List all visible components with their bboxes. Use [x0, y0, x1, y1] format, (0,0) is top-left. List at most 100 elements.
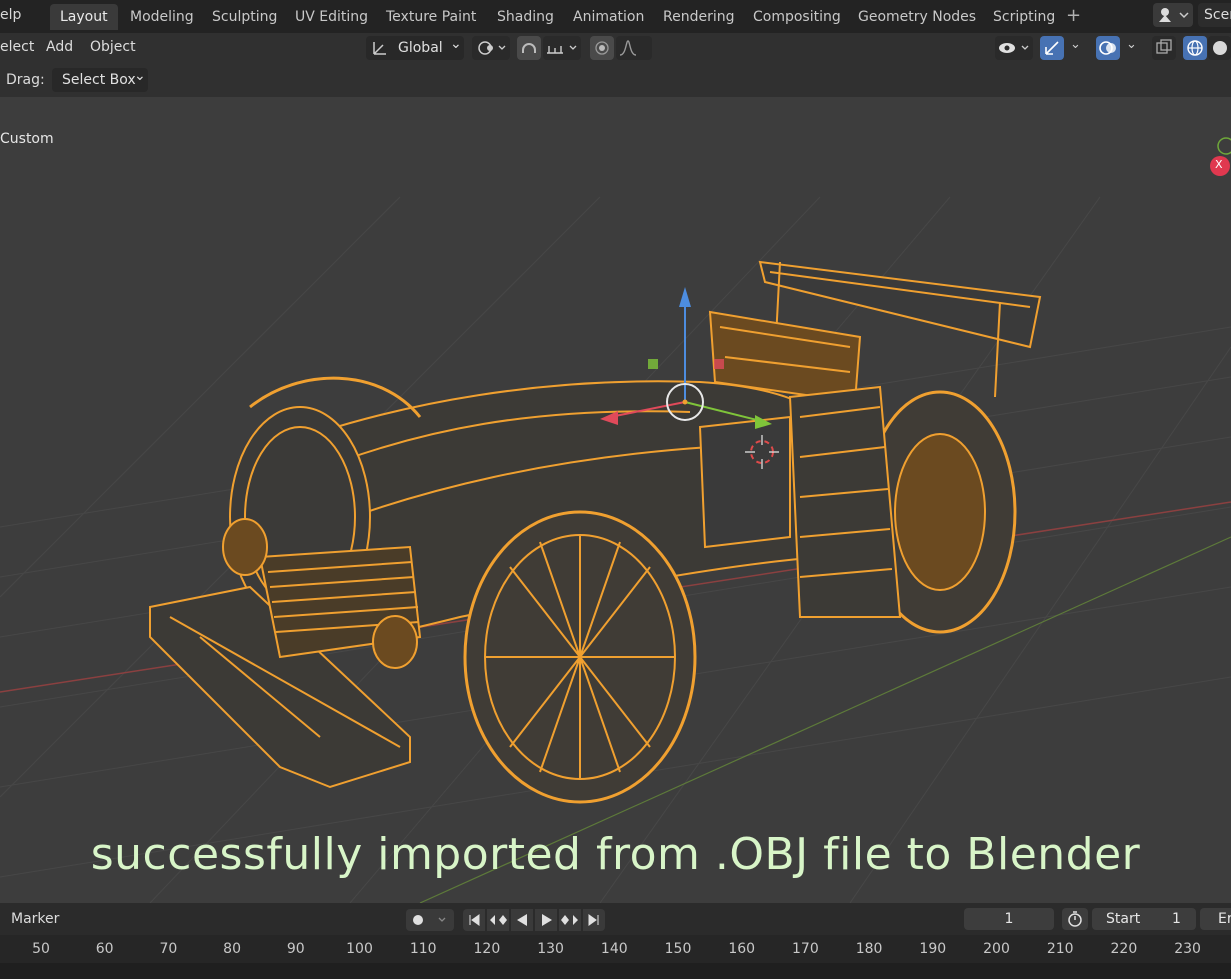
- solid-sphere-icon: [1213, 41, 1227, 55]
- ruler-tick-label: 150: [664, 941, 692, 957]
- start-label: Start: [1106, 911, 1141, 927]
- current-frame-field[interactable]: 1: [964, 908, 1054, 930]
- ruler-tick-label: 110: [409, 941, 437, 957]
- ruler-tick-label: 70: [159, 941, 178, 957]
- snap-toggle[interactable]: [517, 36, 541, 60]
- play-reverse-button[interactable]: [511, 909, 533, 931]
- tab-scripting[interactable]: Scripting: [983, 4, 1065, 30]
- jump-start-icon: [469, 914, 480, 926]
- start-value: 1: [1172, 911, 1181, 927]
- scene-selector-icon[interactable]: [1153, 3, 1193, 27]
- tab-modeling[interactable]: Modeling: [120, 4, 204, 30]
- ruler-tick-label: 130: [537, 941, 564, 957]
- menu-add[interactable]: Add: [46, 39, 73, 55]
- play-icon: [542, 914, 552, 926]
- proportional-edit-toggle[interactable]: [590, 36, 614, 60]
- auto-keying-toggle[interactable]: [406, 909, 454, 931]
- jump-to-end-button[interactable]: [583, 909, 605, 931]
- timeline-track-area[interactable]: [0, 963, 1231, 979]
- next-keyframe-icon: [561, 915, 578, 925]
- solid-shading-button[interactable]: [1208, 36, 1231, 60]
- ruler-tick-label: 200: [983, 941, 1010, 957]
- pivot-point-button[interactable]: [472, 36, 510, 60]
- menu-marker[interactable]: Marker: [11, 911, 59, 927]
- stopwatch-icon: [1068, 911, 1082, 927]
- wireframe-sphere-icon: [1187, 40, 1203, 56]
- ruler-tick-label: 100: [346, 941, 373, 957]
- ruler-tick-label: 220: [1110, 941, 1138, 957]
- play-button[interactable]: [535, 909, 557, 931]
- frame-ruler[interactable]: 50 60 70 80 90 100 110 120 130 140 150 160 170 180 190…: [0, 935, 1231, 963]
- visibility-button[interactable]: [995, 36, 1033, 60]
- drag-mode-dropdown[interactable]: Select Box ⌄: [52, 68, 148, 92]
- viewport-scene: [0, 97, 1231, 903]
- chevron-down-icon[interactable]: ⌄: [1070, 37, 1081, 52]
- ruler-tick-label: 140: [600, 941, 628, 957]
- tool-header: Drag: Select Box ⌄: [0, 63, 1231, 97]
- tab-compositing[interactable]: Compositing: [743, 4, 851, 30]
- workspace-bar: elp Layout Modeling Sculpting UV Editing Tex…: [0, 0, 1231, 33]
- tab-rendering[interactable]: Rendering: [653, 4, 745, 30]
- ruler-tick-label: 80: [223, 941, 242, 957]
- drag-label: Drag:: [6, 72, 45, 88]
- tab-shading[interactable]: Shading: [487, 4, 564, 30]
- view-name-label: Custom: [0, 131, 54, 147]
- menu-object[interactable]: Object: [90, 39, 136, 55]
- wireframe-shading-button[interactable]: [1183, 36, 1207, 60]
- menu-select[interactable]: elect: [0, 39, 34, 55]
- add-workspace-button[interactable]: +: [1066, 5, 1081, 26]
- orientation-label: Global: [398, 40, 443, 56]
- snap-target-button[interactable]: [543, 36, 581, 60]
- gizmo-icon: [1045, 41, 1059, 55]
- scene-name[interactable]: Scen: [1198, 3, 1231, 27]
- tab-texture-paint[interactable]: Texture Paint: [376, 4, 486, 30]
- ruler-tick-label: 120: [473, 941, 501, 957]
- magnet-icon: [522, 43, 536, 53]
- tab-sculpting[interactable]: Sculpting: [202, 4, 287, 30]
- proportional-icon: [595, 41, 609, 55]
- x-axis-nav-label: X: [1215, 158, 1223, 171]
- overlay-icon: [1099, 41, 1116, 55]
- ruler-tick-label: 170: [792, 941, 819, 957]
- ruler-tick-label: 180: [855, 941, 883, 957]
- chevron-down-icon: ⌄: [134, 68, 146, 84]
- tab-layout[interactable]: Layout: [50, 4, 118, 30]
- jump-to-start-button[interactable]: [463, 909, 485, 931]
- snap-increment-icon: [547, 45, 577, 54]
- xray-toggle[interactable]: [1152, 36, 1176, 60]
- ruler-tick-label: 60: [95, 941, 114, 957]
- yz-plane-handle[interactable]: [648, 359, 658, 369]
- tab-uv-editing[interactable]: UV Editing: [285, 4, 378, 30]
- 3d-viewport[interactable]: Custom X successfully imported from .OBJ…: [0, 97, 1231, 903]
- menu-help[interactable]: elp: [0, 7, 21, 23]
- caption-overlay: successfully imported from .OBJ file to …: [90, 829, 1141, 880]
- chevron-down-icon[interactable]: ⌄: [1126, 37, 1137, 52]
- record-icon: [413, 915, 446, 925]
- tab-animation[interactable]: Animation: [563, 4, 654, 30]
- orientation-icon: [373, 42, 386, 55]
- viewport-header: elect Add Object Global ⌄ ⌄ ⌄: [0, 33, 1231, 63]
- end-frame-field[interactable]: Er: [1200, 908, 1231, 930]
- transform-orientation-dropdown[interactable]: Global ⌄: [366, 36, 464, 60]
- next-keyframe-button[interactable]: [559, 909, 581, 931]
- pivot-icon: [478, 41, 506, 55]
- preview-range-toggle[interactable]: [1062, 908, 1088, 930]
- tab-geometry-nodes[interactable]: Geometry Nodes: [848, 4, 986, 30]
- scene-icon: [1159, 8, 1189, 22]
- prev-keyframe-icon: [490, 915, 507, 925]
- ruler-tick-label: 210: [1046, 941, 1074, 957]
- ruler-tick-label: 190: [919, 941, 947, 957]
- start-frame-field[interactable]: Start 1: [1092, 908, 1196, 930]
- ruler-tick-label: 50: [32, 941, 50, 957]
- gizmo-toggle[interactable]: [1040, 36, 1064, 60]
- jump-end-icon: [588, 914, 599, 926]
- overlays-toggle[interactable]: [1096, 36, 1120, 60]
- prev-keyframe-button[interactable]: [487, 909, 509, 931]
- eye-icon: [999, 43, 1029, 53]
- xz-plane-handle[interactable]: [714, 359, 724, 369]
- ruler-tick-label: 230: [1174, 941, 1201, 957]
- end-label: Er: [1218, 911, 1231, 927]
- play-reverse-icon: [517, 914, 527, 926]
- proportional-falloff-button[interactable]: [616, 36, 652, 60]
- xray-icon: [1156, 39, 1172, 54]
